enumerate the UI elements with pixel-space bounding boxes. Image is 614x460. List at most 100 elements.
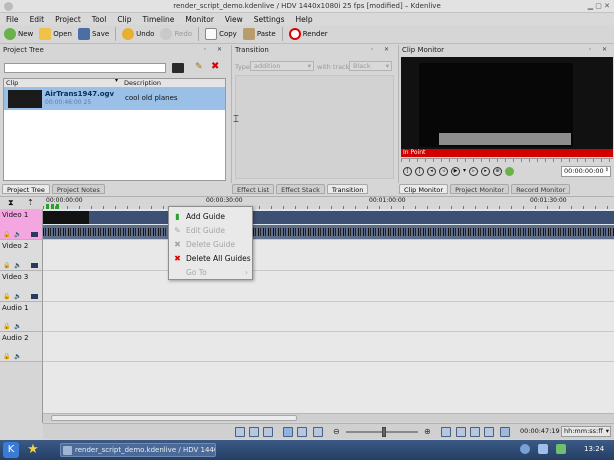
menu-project[interactable]: Project (55, 15, 81, 24)
save-button[interactable]: Save (77, 28, 109, 40)
menu-item-delete-all-guides[interactable]: ✖ Delete All Guides (169, 251, 252, 265)
time-format-select[interactable]: hh:mm:ss:ff ▾ (561, 426, 611, 437)
new-button[interactable]: New (4, 28, 33, 40)
monitor-screen[interactable] (401, 57, 613, 149)
transition-type-select[interactable]: addition ▾ (250, 61, 314, 71)
track-lane-audio-1[interactable] (43, 302, 614, 332)
lock-icon[interactable]: 🔒 (3, 231, 10, 238)
tab-project-monitor[interactable]: Project Monitor (450, 184, 510, 194)
mute-icon[interactable]: 🔈 (14, 323, 21, 330)
star-icon[interactable]: ★ (25, 442, 41, 458)
split-audio-icon[interactable] (263, 427, 273, 437)
track-header-video-2[interactable]: Video 2 🔒 🔈 (0, 240, 43, 271)
set-zone-start-icon[interactable]: [ (403, 167, 412, 176)
forward-icon[interactable]: ▸ (481, 167, 491, 176)
tab-record-monitor[interactable]: Record Monitor (511, 184, 571, 194)
tab-clip-monitor[interactable]: Clip Monitor (399, 184, 449, 194)
tab-effect-list[interactable]: Effect List (232, 184, 275, 194)
window-controls[interactable]: ▁ ▢ ✕ (588, 0, 610, 13)
column-clip[interactable]: Clip (6, 79, 18, 87)
thumbnail-toggle-icon[interactable] (441, 427, 451, 437)
taskbar-clock[interactable]: 13:24 (584, 445, 604, 453)
paste-button[interactable]: Paste (242, 28, 276, 40)
zoom-fit-icon[interactable]: ⧗ (8, 198, 14, 208)
monitor-timecode-field[interactable]: 00:00:00:00 ⇕ (561, 166, 611, 177)
menu-timeline[interactable]: Timeline (143, 15, 175, 24)
dock-buttons[interactable]: ◦ ✕ (371, 45, 393, 55)
zoom-slider-handle[interactable] (382, 427, 386, 437)
menu-item-delete-guide[interactable]: ✖ Delete Guide (169, 237, 252, 251)
kde-menu-icon[interactable]: K (3, 442, 19, 458)
menu-help[interactable]: Help (296, 15, 313, 24)
scrollbar-handle[interactable] (51, 415, 297, 421)
network-icon[interactable] (520, 444, 530, 454)
razor-tool-icon[interactable] (297, 427, 307, 437)
video-clip[interactable] (43, 211, 614, 224)
snapshot-icon[interactable] (505, 167, 515, 176)
monitor-ruler[interactable] (401, 158, 613, 162)
dock-buttons[interactable]: ◦ ✕ (589, 45, 611, 55)
menu-monitor[interactable]: Monitor (185, 15, 214, 24)
select-tool-icon[interactable] (283, 427, 293, 437)
spin-arrows-icon[interactable]: ⇕ (605, 166, 609, 175)
delete-clip-icon[interactable]: ✖ (211, 61, 219, 72)
track-lane-video-1[interactable] (43, 209, 614, 240)
lock-icon[interactable]: 🔒 (3, 262, 10, 269)
audio-only-icon[interactable] (249, 427, 259, 437)
rewind-icon[interactable]: ◂ (427, 167, 436, 176)
zoom-icon[interactable]: ⊕ (493, 167, 503, 176)
redo-button[interactable]: Redo (160, 28, 192, 40)
play-icon[interactable]: ▶ (451, 167, 460, 176)
undo-button[interactable]: Undo (122, 28, 154, 40)
set-zone-end-icon[interactable]: ] (415, 167, 424, 176)
menu-clip[interactable]: Clip (117, 15, 131, 24)
zoom-in-icon[interactable]: ⊕ (424, 427, 431, 436)
track-header-audio-1[interactable]: Audio 1 🔒 🔈 (0, 302, 43, 332)
track-header-audio-2[interactable]: Audio 2 🔒 🔈 (0, 332, 43, 362)
window-menu-icon[interactable] (4, 2, 13, 11)
track-header-video-3[interactable]: Video 3 🔒 🔈 (0, 271, 43, 302)
next-frame-icon[interactable]: ▹ (469, 167, 479, 176)
lock-icon[interactable]: 🔒 (3, 293, 10, 300)
track-lane-video-2[interactable] (43, 240, 614, 271)
menu-view[interactable]: View (225, 15, 243, 24)
menu-tool[interactable]: Tool (92, 15, 107, 24)
markers-toggle-icon[interactable] (470, 427, 480, 437)
audio-waveform[interactable] (43, 225, 614, 239)
column-description[interactable]: Description (124, 79, 161, 87)
render-button[interactable]: Render (288, 28, 328, 40)
video-only-icon[interactable] (235, 427, 245, 437)
copy-button[interactable]: Copy (205, 28, 237, 40)
tab-project-notes[interactable]: Project Notes (51, 184, 105, 194)
tab-project-tree[interactable]: Project Tree (2, 184, 50, 194)
add-clip-icon[interactable] (172, 63, 184, 73)
zoom-out-icon[interactable]: ⊖ (333, 427, 340, 436)
snap-toggle-icon[interactable] (500, 427, 510, 437)
timeline-scrollbar[interactable] (43, 413, 614, 422)
waveform-toggle-icon[interactable] (456, 427, 466, 437)
project-search-input[interactable] (4, 63, 166, 73)
track-menu-icon[interactable]: ⇡ (27, 198, 34, 207)
play-menu-chevron-icon[interactable]: ▾ (463, 167, 466, 176)
update-icon[interactable] (556, 444, 566, 454)
menu-file[interactable]: File (6, 15, 19, 24)
with-track-select[interactable]: Black ▾ (349, 61, 392, 71)
open-button[interactable]: Open (39, 28, 72, 40)
tab-effect-stack[interactable]: Effect Stack (276, 184, 325, 194)
mute-icon[interactable]: 🔈 (14, 231, 21, 238)
taskbar-task-kdenlive[interactable]: render_script_demo.kdenlive / HDV 1440x (60, 443, 216, 457)
mute-icon[interactable]: 🔈 (14, 293, 21, 300)
mute-icon[interactable]: 🔈 (14, 262, 21, 269)
tab-transition[interactable]: Transition (326, 184, 369, 194)
track-lane-audio-2[interactable] (43, 332, 614, 362)
clip-row[interactable]: AirTrans1947.ogv 00:00:46:00 25 cool old… (4, 88, 225, 110)
menu-item-add-guide[interactable]: ▮ Add Guide (169, 209, 252, 223)
spacer-tool-icon[interactable] (313, 427, 323, 437)
menu-item-edit-guide[interactable]: ✎ Edit Guide (169, 223, 252, 237)
previous-frame-icon[interactable]: ◃ (439, 167, 448, 176)
menu-item-go-to[interactable]: Go To › (169, 265, 252, 279)
ripple-toggle-icon[interactable] (484, 427, 494, 437)
track-lane-video-3[interactable] (43, 271, 614, 302)
video-toggle-icon[interactable] (31, 294, 38, 299)
timeline-ruler[interactable] (43, 197, 614, 209)
